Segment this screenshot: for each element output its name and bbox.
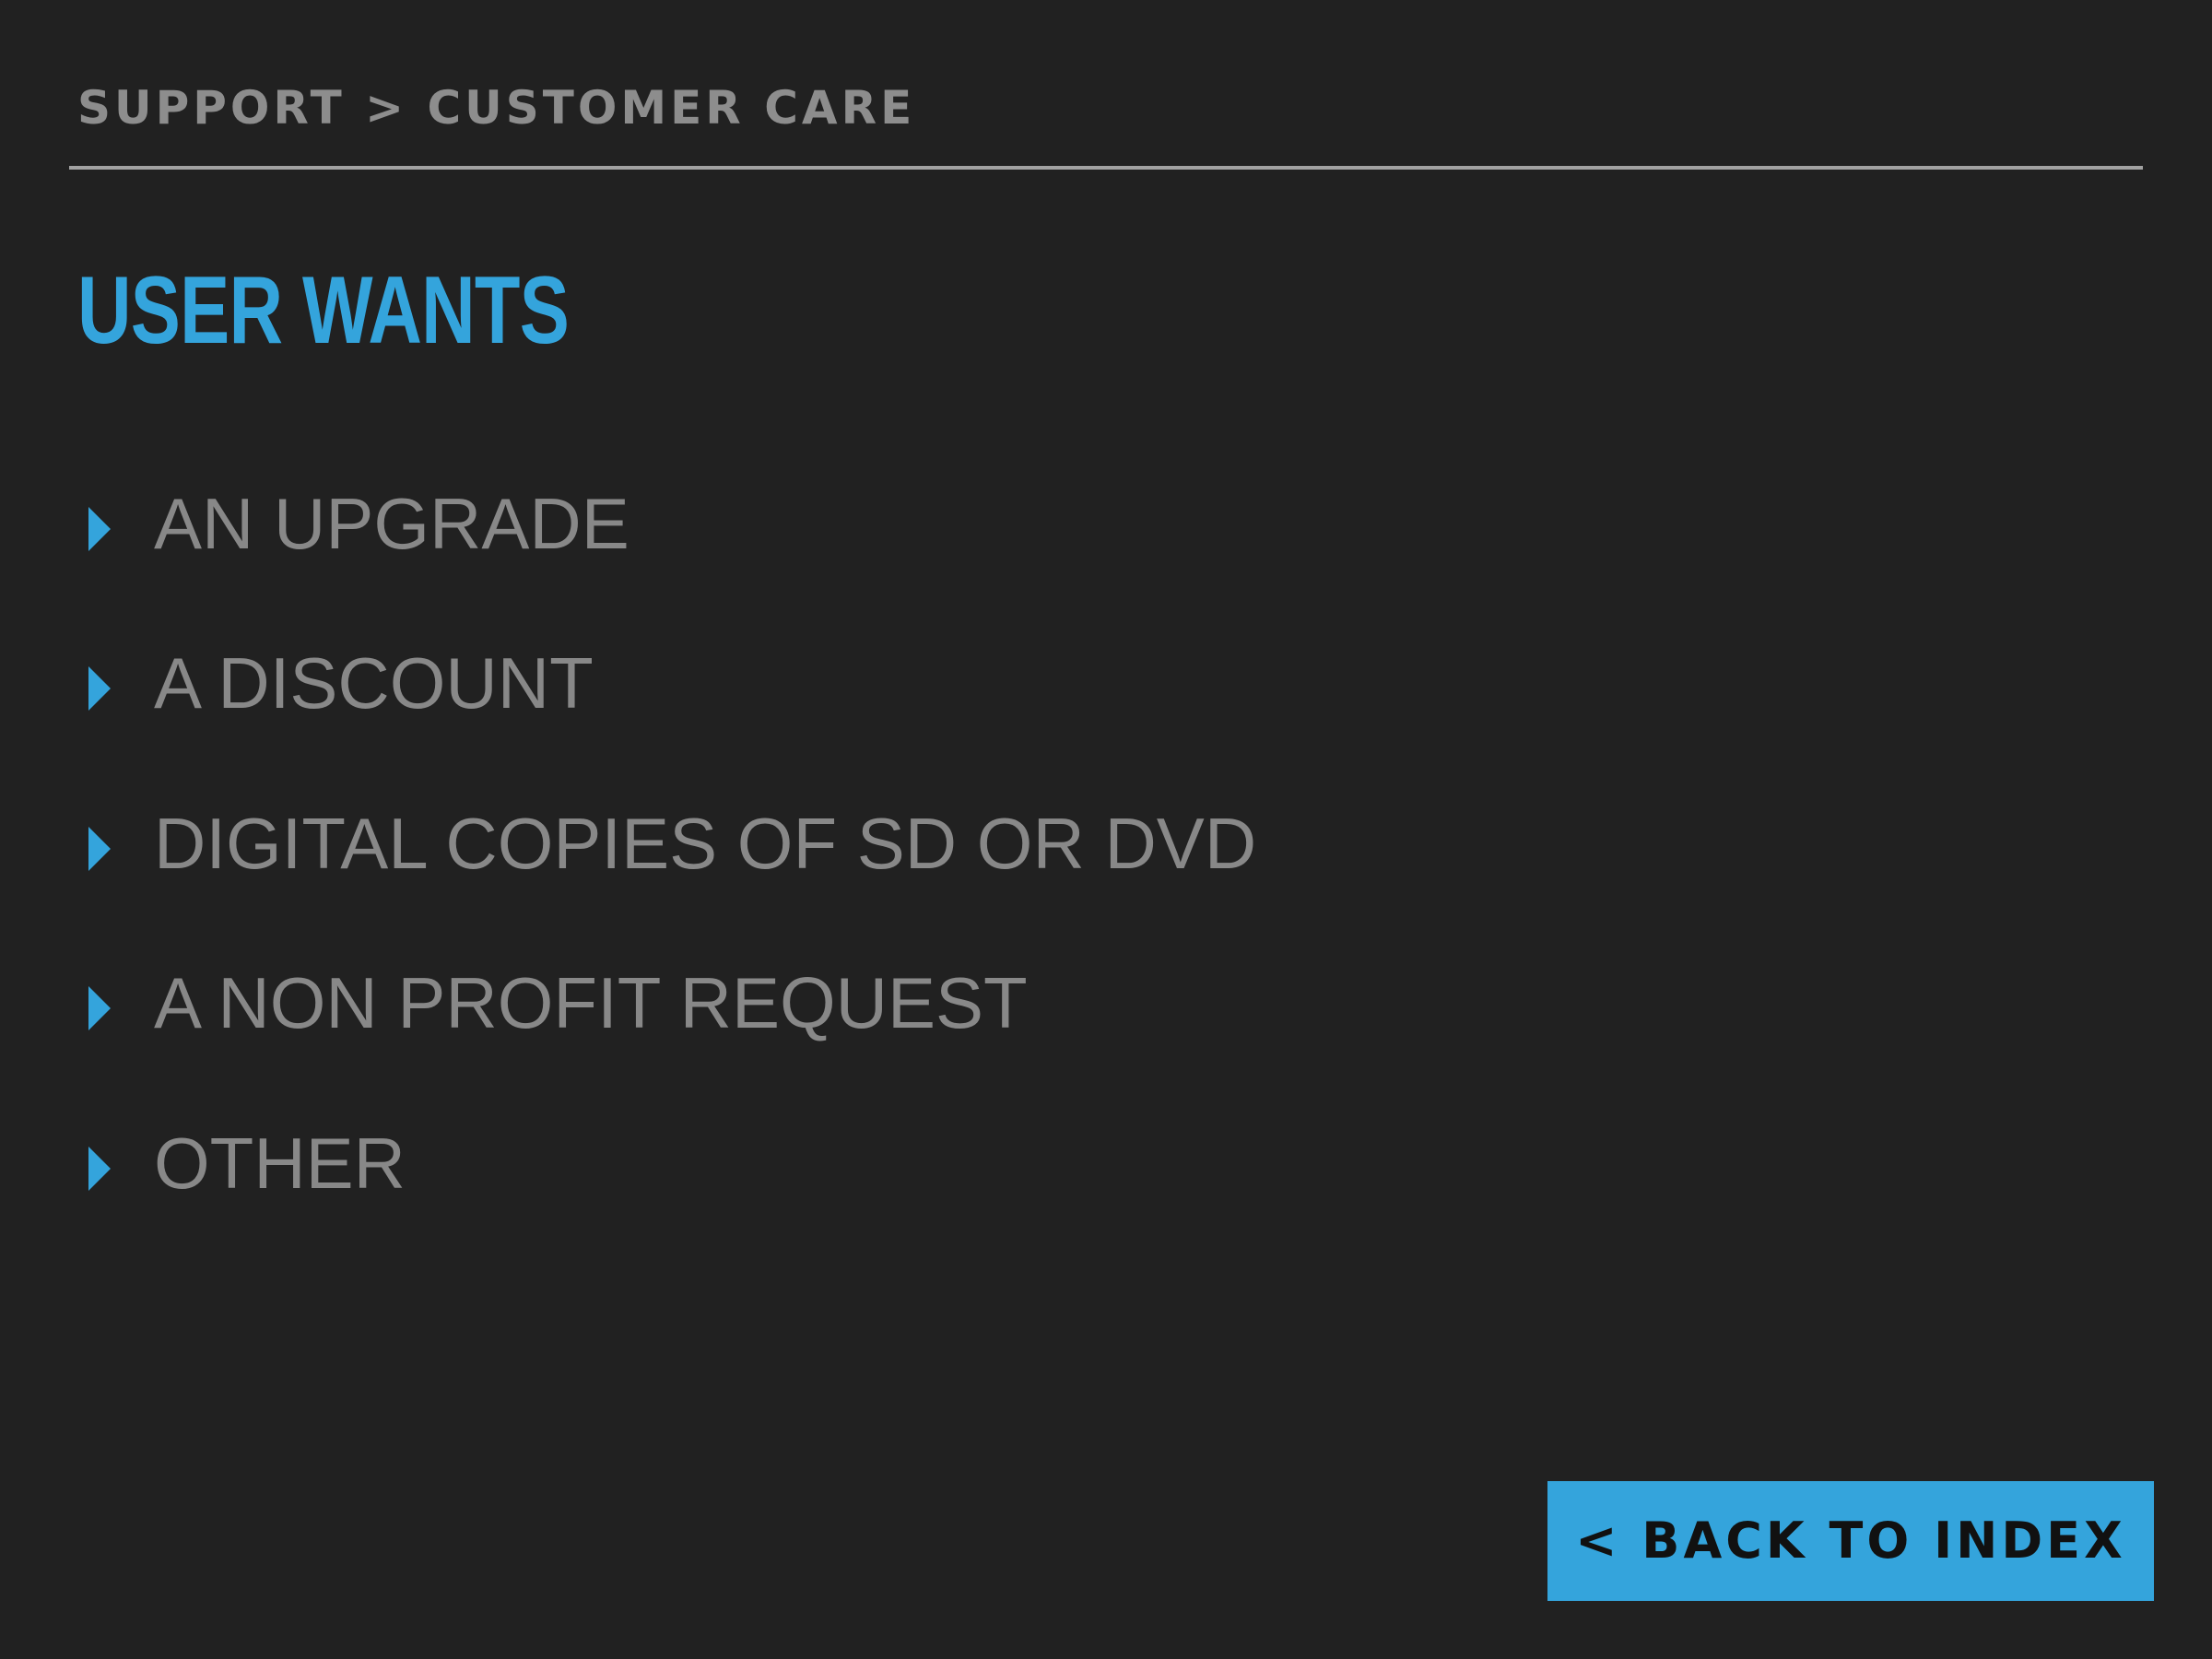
triangle-bullet-icon xyxy=(88,827,111,871)
list-item-label: A DISCOUNT xyxy=(154,642,594,724)
list-item-label: OTHER xyxy=(154,1123,406,1204)
back-to-index-label: < BACK TO INDEX xyxy=(1575,1512,2126,1570)
triangle-bullet-icon xyxy=(88,1147,111,1191)
list-item-non-profit[interactable]: A NON PROFIT REQUEST xyxy=(88,952,1028,1053)
list-item-digital-copies[interactable]: DIGITAL COPIES OF SD OR DVD xyxy=(88,793,1256,894)
triangle-bullet-icon xyxy=(88,507,111,551)
back-to-index-button[interactable]: < BACK TO INDEX xyxy=(1547,1481,2154,1601)
triangle-bullet-icon xyxy=(88,666,111,711)
list-item-label: DIGITAL COPIES OF SD OR DVD xyxy=(154,803,1257,884)
list-item-label: A NON PROFIT REQUEST xyxy=(154,962,1028,1043)
list-item-other[interactable]: OTHER xyxy=(88,1112,406,1214)
list-item-discount[interactable]: A DISCOUNT xyxy=(88,632,594,734)
triangle-bullet-icon xyxy=(88,986,111,1030)
list-item-upgrade[interactable]: AN UPGRADE xyxy=(88,473,629,574)
slide: SUPPORT > CUSTOMER CARE USER WANTS AN UP… xyxy=(0,0,2212,1659)
options-list: AN UPGRADE A DISCOUNT DIGITAL COPIES OF … xyxy=(0,0,2212,1659)
list-item-label: AN UPGRADE xyxy=(154,483,629,564)
